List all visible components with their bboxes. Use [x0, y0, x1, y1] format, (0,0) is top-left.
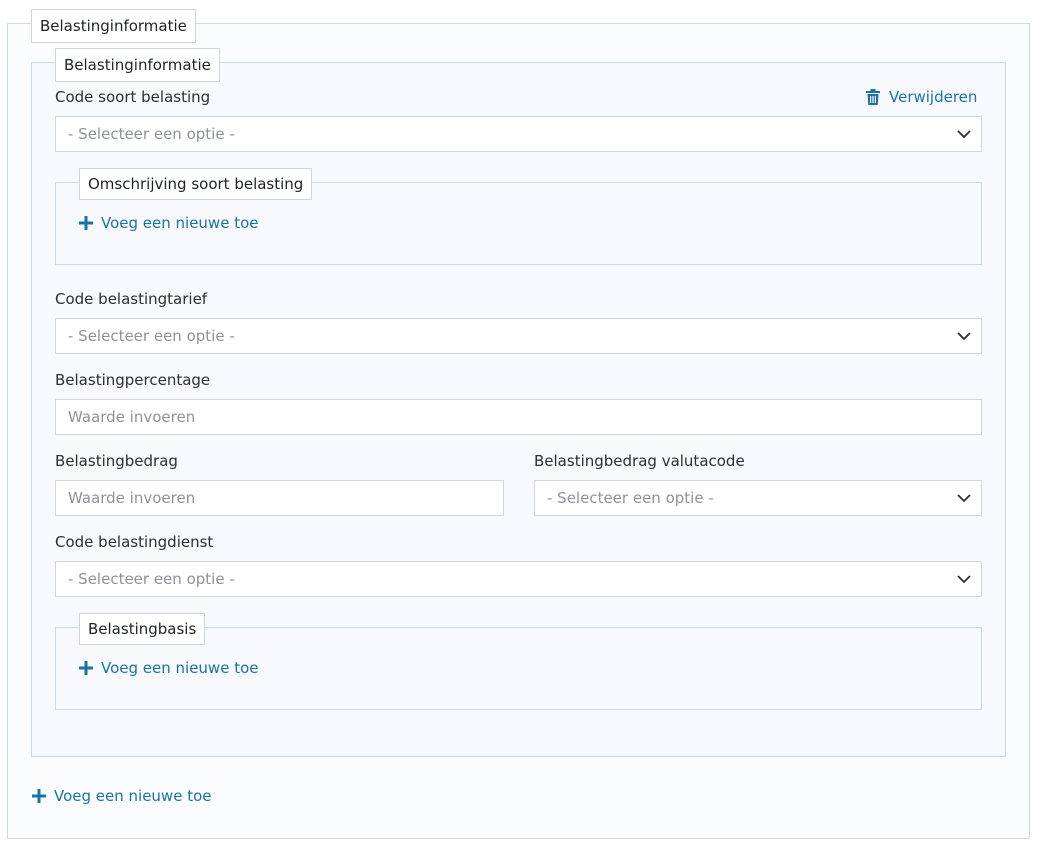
belastingbedrag-placeholder: Waarde invoeren — [68, 489, 196, 507]
chevron-down-icon — [957, 491, 971, 505]
code-belastingtarief-label: Code belastingtarief — [55, 290, 208, 308]
chevron-down-icon — [957, 329, 971, 343]
trash-icon — [866, 89, 880, 105]
code-belastingdienst-label: Code belastingdienst — [55, 533, 214, 551]
valutacode-label: Belastingbedrag valutacode — [534, 452, 745, 470]
code-soort-belasting-value: - Selecteer een optie - — [68, 125, 235, 143]
belastingpercentage-label: Belastingpercentage — [55, 371, 211, 389]
belastingbedrag-label: Belastingbedrag — [55, 452, 178, 470]
remove-button[interactable]: Verwijderen — [866, 88, 977, 106]
belastingpercentage-placeholder: Waarde invoeren — [68, 408, 196, 426]
outer-add-label: Voeg een nieuwe toe — [54, 787, 212, 805]
omschrijving-add-label: Voeg een nieuwe toe — [101, 214, 259, 232]
code-soort-belasting-select[interactable]: - Selecteer een optie - — [55, 116, 982, 152]
code-belastingdienst-select[interactable]: - Selecteer een optie - — [55, 561, 982, 597]
plus-icon — [79, 216, 93, 230]
chevron-down-icon — [957, 572, 971, 586]
valutacode-select[interactable]: - Selecteer een optie - — [534, 480, 982, 516]
inner-fieldset-legend: Belastinginformatie — [55, 48, 220, 82]
code-belastingtarief-value: - Selecteer een optie - — [68, 327, 235, 345]
valutacode-value: - Selecteer een optie - — [547, 489, 714, 507]
code-belastingdienst-value: - Selecteer een optie - — [68, 570, 235, 588]
belastingbasis-add-label: Voeg een nieuwe toe — [101, 659, 259, 677]
belastingbedrag-input[interactable]: Waarde invoeren — [55, 480, 504, 516]
plus-icon — [79, 661, 93, 675]
belastingbasis-add-button[interactable]: Voeg een nieuwe toe — [79, 659, 259, 677]
code-soort-belasting-label: Code soort belasting — [55, 88, 211, 106]
outer-fieldset-legend: Belastinginformatie — [31, 9, 196, 43]
outer-add-button[interactable]: Voeg een nieuwe toe — [32, 787, 212, 805]
plus-icon — [32, 789, 46, 803]
omschrijving-add-button[interactable]: Voeg een nieuwe toe — [79, 214, 259, 232]
belastingbasis-legend: Belastingbasis — [79, 613, 206, 645]
belastingpercentage-input[interactable]: Waarde invoeren — [55, 399, 982, 435]
chevron-down-icon — [957, 127, 971, 141]
omschrijving-legend: Omschrijving soort belasting — [79, 168, 313, 200]
remove-button-label: Verwijderen — [889, 88, 978, 106]
code-belastingtarief-select[interactable]: - Selecteer een optie - — [55, 318, 982, 354]
